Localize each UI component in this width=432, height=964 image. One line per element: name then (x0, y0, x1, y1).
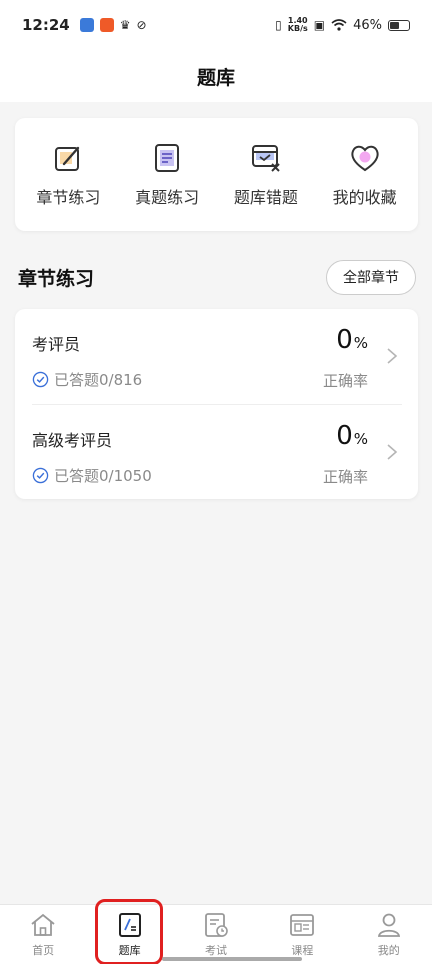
accuracy-number: 0 (336, 421, 353, 451)
section-header: 章节练习 全部章节 (18, 259, 416, 295)
bottom-tab-bar: 首页 题库 考试 课程 我的 (0, 904, 432, 964)
shortcut-card: 章节练习 真题练习 题库错题 我的收藏 (15, 118, 418, 231)
vibrate-icon: ▯ (275, 18, 282, 32)
chevron-right-icon (387, 444, 398, 460)
home-indicator[interactable] (162, 957, 302, 961)
chapter-name: 考评员 (32, 335, 81, 354)
status-time: 12:24 (22, 16, 70, 34)
accuracy-unit: % (353, 430, 368, 448)
all-chapters-button[interactable]: 全部章节 (326, 259, 416, 295)
net-speed: 1.40 KB/s (288, 17, 308, 33)
sync-icon: ⊘ (136, 18, 147, 32)
document-icon (155, 143, 180, 172)
answered-count: 已答题0/816 (54, 371, 143, 389)
battery-icon (388, 19, 410, 31)
shortcut-label: 题库错题 (233, 187, 298, 207)
shortcut-real-exam-practice[interactable]: 真题练习 (119, 142, 215, 208)
check-circle-icon (32, 371, 49, 388)
answered-progress: 已答题0/816 (32, 369, 142, 390)
shortcut-label: 章节练习 (36, 187, 101, 207)
nfc-icon: ▣ (313, 18, 326, 32)
page-title: 题库 (196, 66, 235, 89)
answered-count: 已答题0/1050 (54, 467, 152, 485)
chapter-list: 考评员 已答题0/816 0 % 正确率 高级考评员 已答题0/1050 0 %… (15, 309, 418, 499)
tab-label: 题库 (118, 944, 141, 957)
status-left: 12:24 ♛ ⊘ (22, 16, 147, 34)
shortcut-label: 真题练习 (135, 187, 200, 207)
home-icon (31, 913, 55, 936)
tab-label: 考试 (204, 944, 227, 957)
tab-exam[interactable]: 考试 (181, 905, 251, 958)
edit-square-icon (55, 146, 80, 171)
status-bar: 12:24 ♛ ⊘ ▯ 1.40 KB/s ▣ 46% (0, 0, 432, 50)
accuracy-label: 正确率 (322, 468, 368, 486)
wifi-icon (331, 19, 347, 31)
list-item[interactable]: 高级考评员 已答题0/1050 0 % 正确率 (32, 404, 402, 499)
app-notification-icon (99, 18, 114, 32)
wrong-questions-icon (251, 144, 280, 172)
heart-icon (350, 145, 379, 171)
nav-bar: 题库 (0, 50, 432, 102)
question-bank-icon (118, 913, 141, 937)
course-icon (290, 914, 315, 936)
tab-label: 首页 (32, 944, 55, 957)
shortcut-wrong-questions[interactable]: 题库错题 (218, 142, 314, 208)
tab-label: 课程 (291, 944, 314, 957)
accuracy-label: 正确率 (322, 372, 368, 390)
tab-home[interactable]: 首页 (8, 905, 78, 958)
accuracy-value: 0 % (336, 325, 368, 355)
exam-icon (205, 913, 228, 937)
net-speed-unit: KB/s (287, 24, 308, 33)
chevron-right-icon (387, 348, 398, 364)
section-title: 章节练习 (18, 267, 95, 290)
app-notification-icon (79, 18, 94, 32)
accuracy-number: 0 (336, 325, 353, 355)
tab-question-bank[interactable]: 题库 (95, 905, 165, 958)
accuracy-unit: % (353, 334, 368, 352)
battery-percent: 46% (353, 17, 382, 33)
chapter-name: 高级考评员 (32, 431, 113, 450)
list-item[interactable]: 考评员 已答题0/816 0 % 正确率 (32, 309, 402, 404)
shortcut-chapter-practice[interactable]: 章节练习 (20, 142, 116, 208)
shortcut-label: 我的收藏 (332, 187, 397, 207)
accuracy-value: 0 % (336, 421, 368, 451)
crown-icon: ♛ (119, 18, 131, 32)
check-circle-icon (32, 467, 49, 484)
answered-progress: 已答题0/1050 (32, 465, 152, 486)
shortcut-my-favorites[interactable]: 我的收藏 (317, 142, 413, 208)
tab-course[interactable]: 课程 (267, 905, 337, 958)
tab-profile[interactable]: 我的 (354, 905, 424, 958)
profile-icon (377, 913, 400, 937)
tab-label: 我的 (377, 944, 400, 957)
status-right: ▯ 1.40 KB/s ▣ 46% (275, 17, 410, 33)
